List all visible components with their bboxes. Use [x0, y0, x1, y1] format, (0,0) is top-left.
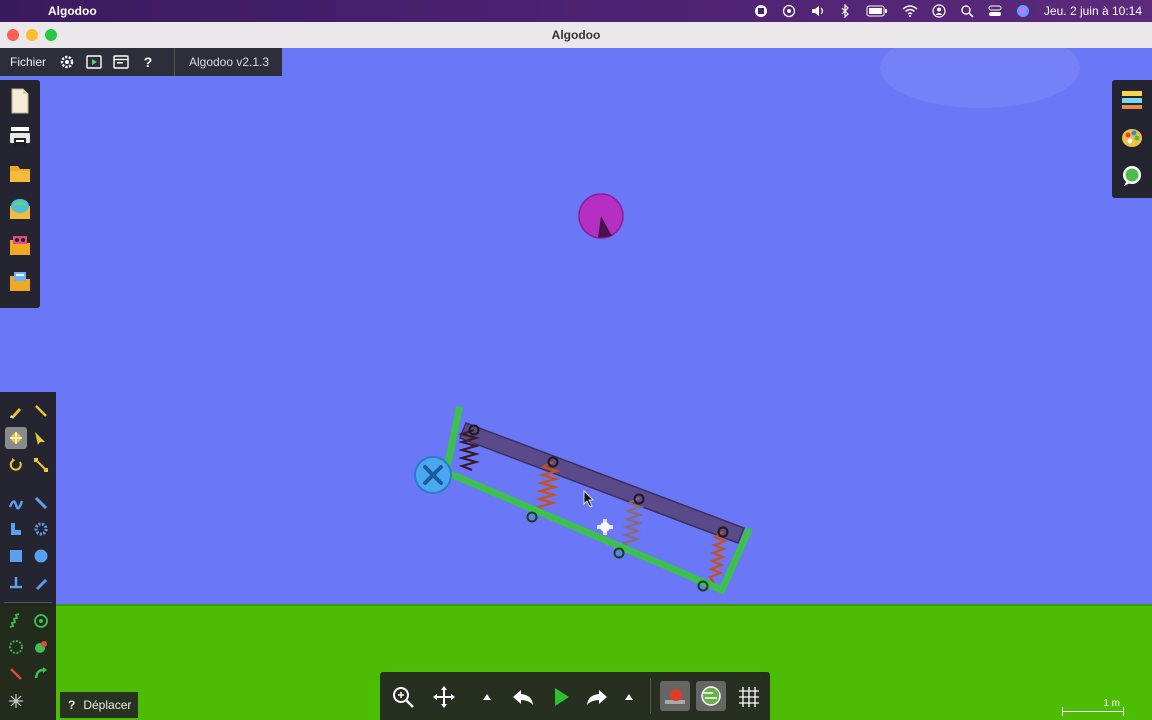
- tool-hint: ? Déplacer: [60, 692, 138, 718]
- printer-icon[interactable]: [8, 124, 32, 150]
- tracer-tool-icon[interactable]: [32, 665, 50, 683]
- circle-tool-icon[interactable]: [32, 547, 50, 565]
- laser-tool-icon[interactable]: [7, 665, 25, 683]
- version-label: Algodoo v2.1.3: [174, 48, 283, 76]
- axle-tool-icon[interactable]: [32, 612, 50, 630]
- thruster-tool-icon[interactable]: [32, 638, 50, 656]
- menubar-status-area: Jeu. 2 juin à 10:14: [754, 0, 1142, 22]
- chat-bubble-icon[interactable]: [1120, 164, 1144, 188]
- tool-divider: [4, 602, 52, 603]
- right-panel: [1112, 80, 1152, 198]
- mouse-cursor-icon: [583, 490, 594, 508]
- undo-arrow-icon[interactable]: [510, 684, 536, 710]
- zoom-icon[interactable]: [390, 684, 416, 710]
- scale-tool-icon[interactable]: [32, 456, 50, 474]
- bottom-divider: [650, 678, 651, 714]
- plane-tool-icon[interactable]: [7, 574, 25, 592]
- undo-menu-arrow-icon[interactable]: [480, 684, 494, 710]
- grid-icon[interactable]: [736, 684, 762, 710]
- scene-objects[interactable]: [0, 48, 1152, 720]
- spotlight-search-icon[interactable]: [960, 4, 974, 18]
- redo-menu-arrow-icon[interactable]: [622, 684, 636, 710]
- menubar-app-name[interactable]: Algodoo: [48, 4, 97, 18]
- window-icon[interactable]: [112, 53, 130, 71]
- purple-ball[interactable]: [578, 193, 624, 239]
- user-icon[interactable]: [932, 4, 946, 18]
- bluetooth-icon[interactable]: [838, 4, 852, 18]
- file-panel: [0, 80, 40, 308]
- play-icon[interactable]: [548, 684, 574, 710]
- algobox-icon[interactable]: [8, 196, 32, 222]
- rotate-tool-icon[interactable]: [7, 456, 25, 474]
- redo-arrow-icon[interactable]: [584, 684, 610, 710]
- move-tool-icon[interactable]: [5, 427, 27, 449]
- palette-icon[interactable]: [1120, 126, 1144, 150]
- polygon-tool-icon[interactable]: [7, 520, 25, 538]
- siri-icon[interactable]: [1016, 4, 1030, 18]
- air-icon[interactable]: [696, 681, 726, 711]
- gear-icon[interactable]: [32, 520, 50, 538]
- scale-indicator: 1 m: [1060, 698, 1126, 718]
- gravity-apple-icon[interactable]: [660, 681, 690, 711]
- spring-3[interactable]: [621, 497, 645, 550]
- settings-gear-icon[interactable]: [58, 53, 76, 71]
- chain-tool-icon[interactable]: [7, 692, 25, 710]
- help-icon[interactable]: ?: [139, 53, 157, 71]
- bottom-toolbar: [380, 672, 770, 720]
- scale-bar: [1062, 711, 1124, 712]
- box-tool-icon[interactable]: [7, 547, 25, 565]
- menubar-clock[interactable]: Jeu. 2 juin à 10:14: [1044, 4, 1142, 18]
- scenes-folder-icon[interactable]: [8, 232, 32, 258]
- play-scene-icon[interactable]: [85, 53, 103, 71]
- fixate-tool-icon[interactable]: [7, 638, 25, 656]
- downloads-folder-icon[interactable]: [8, 268, 32, 294]
- screen-record-icon[interactable]: [782, 4, 796, 18]
- tool-panel: [0, 392, 56, 720]
- pan-icon[interactable]: [431, 684, 457, 710]
- help-icon[interactable]: ?: [68, 698, 75, 712]
- wifi-icon[interactable]: [902, 4, 918, 18]
- hinge-icon[interactable]: [414, 456, 452, 494]
- algodoo-window: Algodoo Fichier ? Algodoo v2.1.3 ? Dépla…: [0, 22, 1152, 720]
- center-of-mass-icon: [597, 519, 613, 535]
- control-center-icon[interactable]: [988, 4, 1002, 18]
- scale-label: 1 m: [1103, 698, 1120, 709]
- window-title: Algodoo: [551, 28, 601, 42]
- volume-icon[interactable]: [810, 4, 824, 18]
- open-folder-icon[interactable]: [8, 160, 32, 186]
- spring-4[interactable]: [707, 531, 729, 584]
- cut-tool-icon[interactable]: [32, 494, 50, 512]
- select-tool-icon[interactable]: [32, 429, 50, 447]
- top-toolbar: Fichier ? Algodoo v2.1.3: [0, 48, 282, 76]
- file-menu[interactable]: Fichier: [10, 55, 46, 69]
- window-titlebar: Algodoo: [0, 22, 1152, 49]
- spring-tool-icon[interactable]: [7, 612, 25, 630]
- brush-tool-icon[interactable]: [32, 574, 50, 592]
- drag-tool-icon[interactable]: [32, 402, 50, 420]
- tool-hint-label: Déplacer: [83, 698, 132, 712]
- scale-bar-right-tick: [1123, 707, 1124, 716]
- macos-menubar: Algodoo Jeu. 2 juin à 10:14: [0, 0, 1152, 22]
- rope-tool-icon[interactable]: [7, 494, 25, 512]
- simulation-canvas[interactable]: Fichier ? Algodoo v2.1.3 ? Déplacer 1 m: [0, 48, 1152, 720]
- layers-icon[interactable]: [1120, 88, 1144, 112]
- battery-icon[interactable]: [866, 4, 888, 18]
- sketch-tool-icon[interactable]: [7, 402, 25, 420]
- scale-bar-left-tick: [1062, 707, 1063, 716]
- record-icon[interactable]: [754, 4, 768, 18]
- new-scene-icon[interactable]: [8, 88, 32, 114]
